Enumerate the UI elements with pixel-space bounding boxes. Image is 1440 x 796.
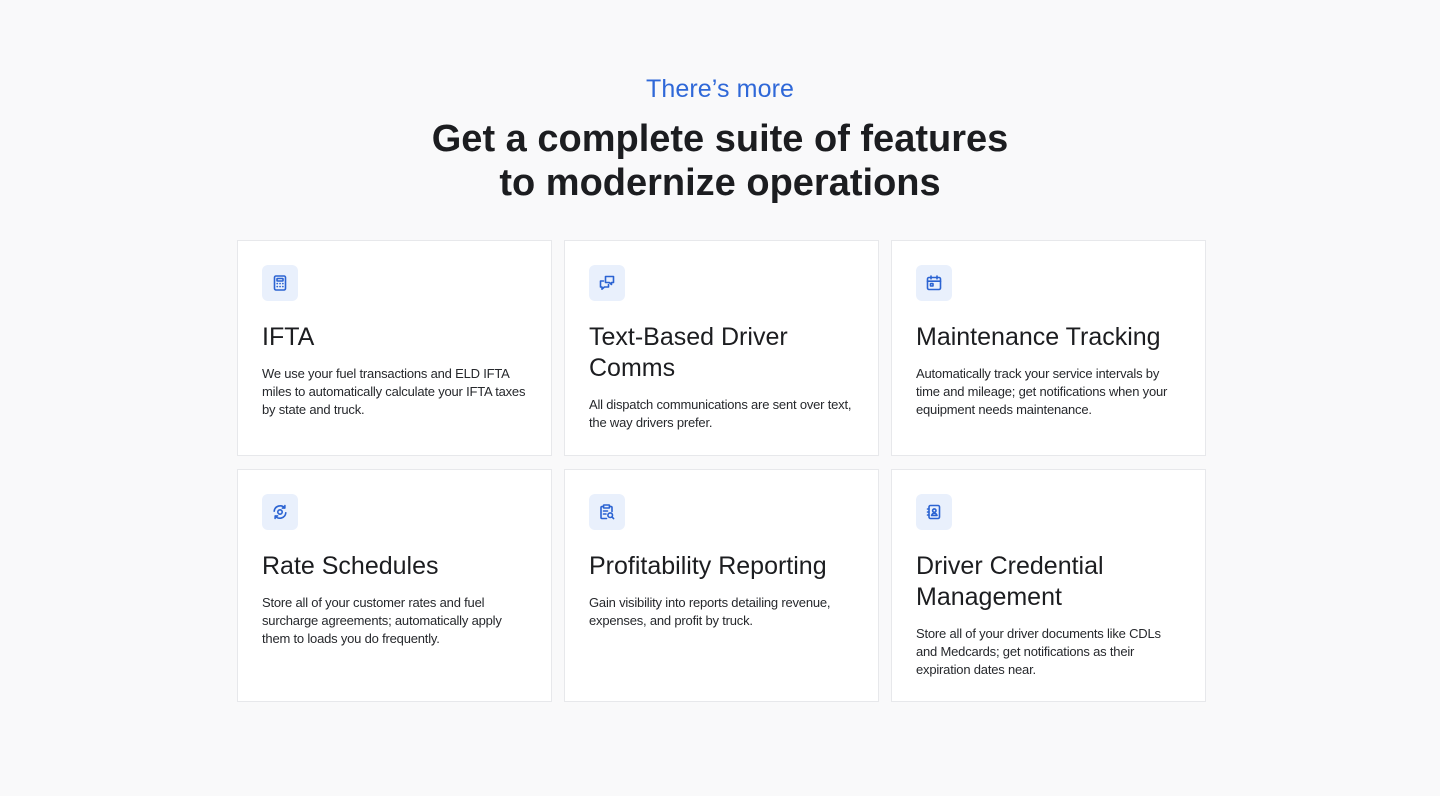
- feature-title: Maintenance Tracking: [916, 323, 1161, 351]
- feature-description: All dispatch communications are sent ove…: [589, 397, 852, 430]
- clipboard-search-icon: [589, 494, 625, 530]
- feature-description: Store all of your driver documents like …: [916, 626, 1161, 677]
- headline-line-2: to modernize operations: [499, 162, 941, 204]
- feature-description: We use your fuel transactions and ELD IF…: [262, 366, 526, 417]
- refresh-target-icon: [262, 494, 298, 530]
- feature-title: Rate Schedules: [262, 552, 439, 580]
- chat-bubbles-icon: [589, 265, 625, 301]
- id-card-icon: [916, 494, 952, 530]
- headline-line-1: Get a complete suite of features: [431, 118, 1009, 160]
- feature-title: Driver Credential Management: [916, 552, 1104, 611]
- feature-title: IFTA: [262, 323, 315, 351]
- feature-card-maintenance: Maintenance Tracking Automatically track…: [891, 240, 1206, 456]
- section-headline: Get a complete suite of features to mode…: [0, 117, 1440, 205]
- features-section: There’s more Get a complete suite of fea…: [0, 0, 1440, 796]
- feature-grid: IFTA We use your fuel transactions and E…: [237, 240, 1206, 702]
- calculator-icon: [262, 265, 298, 301]
- feature-description: Gain visibility into reports detailing r…: [589, 595, 831, 628]
- feature-card-ifta: IFTA We use your fuel transactions and E…: [237, 240, 552, 456]
- feature-card-profitability: Profitability Reporting Gain visibility …: [564, 469, 879, 702]
- feature-description: Store all of your customer rates and fue…: [262, 595, 502, 646]
- feature-card-rate-schedules: Rate Schedules Store all of your custome…: [237, 469, 552, 702]
- feature-description: Automatically track your service interva…: [916, 366, 1168, 417]
- feature-title: Text-Based Driver Comms: [589, 323, 788, 382]
- feature-title: Profitability Reporting: [589, 552, 827, 580]
- calendar-icon: [916, 265, 952, 301]
- feature-card-credentials: Driver Credential Management Store all o…: [891, 469, 1206, 702]
- section-eyebrow: There’s more: [645, 75, 794, 103]
- feature-card-driver-comms: Text-Based Driver Comms All dispatch com…: [564, 240, 879, 456]
